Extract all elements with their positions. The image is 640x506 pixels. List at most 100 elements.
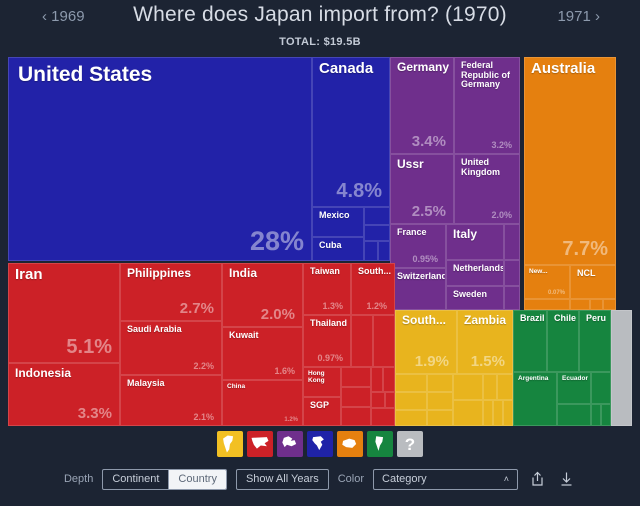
legend-swatch-asia[interactable] (247, 431, 273, 457)
treemap-cell[interactable]: Saudi Arabia 2.2% (120, 321, 222, 375)
treemap-cell[interactable] (427, 410, 453, 426)
treemap-cell[interactable]: Zambia 1.5% (457, 310, 513, 374)
treemap-cell[interactable]: Canada 4.8% (312, 57, 390, 207)
treemap-cell[interactable]: Indonesia 3.3% (8, 363, 120, 426)
treemap-cell-label: Ussr (397, 157, 424, 171)
treemap-cell[interactable] (341, 387, 371, 407)
treemap-cell[interactable] (603, 299, 616, 310)
treemap-cell[interactable]: Australia 7.7% (524, 57, 616, 265)
treemap-cell[interactable]: South... 1.9% (395, 310, 457, 374)
treemap-cell[interactable] (341, 367, 371, 387)
legend-swatch-africa[interactable] (217, 431, 243, 457)
treemap-cell[interactable] (395, 374, 427, 392)
depth-option-country[interactable]: Country (168, 469, 226, 489)
treemap-cell[interactable] (504, 286, 520, 310)
treemap-cell[interactable] (364, 225, 390, 241)
legend-swatch-europe[interactable] (277, 431, 303, 457)
treemap-cell-value: 7.7% (562, 238, 608, 260)
treemap-cell-value: 1.6% (274, 366, 295, 376)
treemap-cell[interactable]: France 0.95% (390, 224, 446, 268)
treemap-cell-label: France (397, 227, 427, 237)
treemap-cell[interactable] (524, 299, 570, 310)
treemap-cell[interactable]: Ecuador (557, 372, 591, 404)
treemap-cell-value: 2.0% (491, 210, 512, 220)
treemap-cell[interactable] (601, 404, 611, 426)
treemap-cell[interactable]: United States 28% (8, 57, 312, 261)
treemap-cell[interactable]: NCL (570, 265, 616, 299)
treemap-cell[interactable]: Mexico (312, 207, 364, 237)
treemap-cell[interactable]: Kuwait 1.6% (222, 327, 303, 380)
treemap-cell[interactable]: Switzerland (390, 268, 446, 310)
treemap-cell[interactable]: Iran 5.1% (8, 263, 120, 363)
treemap-cell[interactable]: Peru (579, 310, 611, 372)
treemap-cell[interactable]: South... 1.2% (351, 263, 395, 315)
treemap-cell[interactable]: Philippines 2.7% (120, 263, 222, 321)
treemap-cell[interactable] (503, 400, 513, 426)
treemap-cell[interactable] (351, 315, 373, 367)
treemap-cell[interactable] (591, 404, 601, 426)
treemap-cell[interactable]: India 2.0% (222, 263, 303, 327)
continent-legend[interactable]: ? (0, 431, 640, 457)
treemap-cell[interactable] (570, 299, 590, 310)
legend-swatch-north-america[interactable] (307, 431, 333, 457)
treemap-cell[interactable]: United Kingdom 2.0% (454, 154, 520, 224)
treemap-cell[interactable]: Chile (547, 310, 579, 372)
show-all-years-button[interactable]: Show All Years (235, 468, 329, 490)
treemap-cell[interactable] (395, 392, 427, 410)
legend-swatch-south-america[interactable] (367, 431, 393, 457)
treemap-cell[interactable]: Netherlands (446, 260, 504, 286)
treemap-cell[interactable] (483, 400, 493, 426)
legend-swatch-oceania[interactable] (337, 431, 363, 457)
treemap-cell-label: Chile (554, 313, 577, 323)
treemap-cell[interactable]: Thailand 0.97% (303, 315, 351, 367)
treemap-cell[interactable]: Italy (446, 224, 504, 260)
treemap-cell[interactable]: Taiwan 1.3% (303, 263, 351, 315)
treemap-cell[interactable] (371, 392, 385, 408)
oec-treemap-app: ‹ 1969 Where does Japan import from? (19… (0, 0, 640, 506)
color-select[interactable]: Category ˄ (373, 468, 519, 490)
treemap-cell[interactable]: China 1.2% (222, 380, 303, 426)
treemap-cell[interactable] (591, 372, 611, 404)
treemap-cell[interactable] (364, 241, 378, 261)
treemap-cell[interactable] (427, 374, 453, 392)
treemap-cell[interactable] (378, 241, 390, 261)
total-value-label: TOTAL: $19.5B (279, 36, 361, 48)
treemap-cell[interactable]: New... 0.07% (524, 265, 570, 299)
treemap-cell[interactable]: Sweden (446, 286, 504, 310)
treemap-cell[interactable] (383, 367, 395, 392)
treemap-cell[interactable] (427, 392, 453, 410)
share-button[interactable] (527, 468, 547, 490)
treemap-canvas[interactable]: United States 28% Canada 4.8% Mexico Cuba Germ… (8, 57, 632, 426)
treemap-cell[interactable] (611, 310, 632, 426)
treemap-cell[interactable] (385, 392, 395, 408)
legend-swatch-other[interactable]: ? (397, 431, 423, 457)
treemap-cell[interactable] (557, 404, 591, 426)
treemap-cell[interactable] (504, 260, 520, 286)
depth-segmented-control[interactable]: Continent Country (102, 468, 227, 490)
treemap-cell[interactable] (590, 299, 603, 310)
treemap-cell[interactable] (453, 374, 483, 400)
treemap-cell[interactable] (341, 407, 371, 426)
treemap-cell[interactable]: Ussr 2.5% (390, 154, 454, 224)
treemap-cell[interactable]: Malaysia 2.1% (120, 375, 222, 426)
treemap-cell[interactable]: Argentina (513, 372, 557, 426)
treemap-cell[interactable] (504, 224, 520, 260)
treemap-cell[interactable]: Brazil (513, 310, 547, 372)
treemap-cell[interactable]: SGP (303, 397, 341, 426)
treemap-cell[interactable]: Cuba (312, 237, 364, 261)
next-year-button[interactable]: 1971 › (557, 8, 600, 25)
treemap-cell[interactable] (493, 400, 503, 426)
treemap-cell[interactable]: Federal Republic of Germany 3.2% (454, 57, 520, 154)
treemap-cell[interactable] (395, 410, 427, 426)
treemap-cell[interactable] (371, 408, 395, 426)
treemap-cell[interactable]: Germany 3.4% (390, 57, 454, 154)
depth-option-continent[interactable]: Continent (103, 470, 168, 489)
treemap-cell[interactable] (371, 367, 383, 392)
treemap-cell[interactable] (453, 400, 483, 426)
treemap-cell[interactable] (483, 374, 497, 400)
treemap-cell[interactable]: Hong Kong (303, 367, 341, 397)
download-button[interactable] (556, 468, 576, 490)
treemap-cell[interactable] (364, 207, 390, 225)
treemap-cell[interactable] (497, 374, 513, 400)
treemap-cell[interactable] (373, 315, 395, 367)
